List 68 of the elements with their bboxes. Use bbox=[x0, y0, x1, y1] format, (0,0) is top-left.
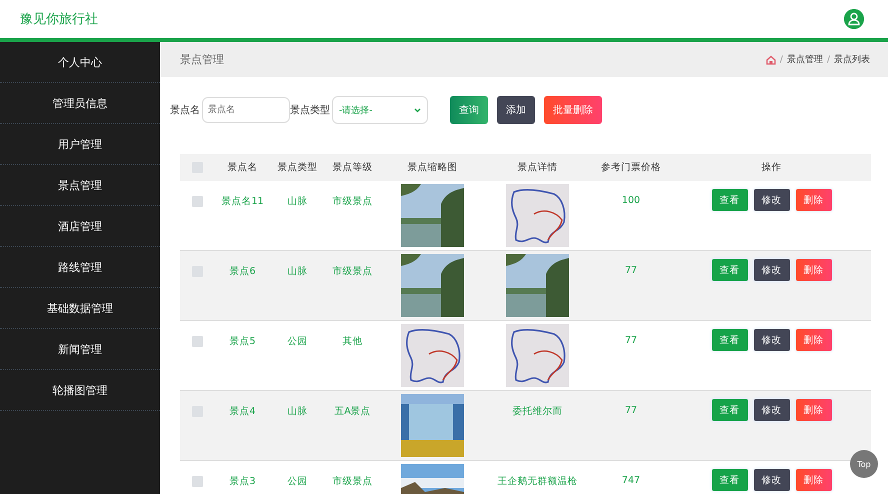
map-image bbox=[401, 324, 464, 387]
table-cell-text: 77 bbox=[624, 264, 638, 276]
table-cell-text: 市级景点 bbox=[332, 475, 374, 488]
sidebar-item[interactable]: 用户管理 bbox=[0, 124, 160, 165]
table-cell-text: 景点3 bbox=[228, 475, 257, 488]
table-cell-text: 市级景点 bbox=[332, 195, 374, 208]
sidebar-item[interactable]: 新闻管理 bbox=[0, 329, 160, 370]
user-avatar-icon[interactable] bbox=[844, 9, 864, 29]
breadcrumb-link[interactable]: 景点列表 bbox=[834, 53, 870, 66]
table-cell-text: 公园 bbox=[286, 335, 308, 348]
column-header: 景点名 bbox=[226, 161, 258, 174]
row-checkbox[interactable] bbox=[192, 336, 203, 347]
row-checkbox[interactable] bbox=[192, 196, 203, 207]
table-cell-text: 山脉 bbox=[286, 405, 308, 418]
home-icon[interactable] bbox=[766, 54, 776, 64]
sidebar-item[interactable]: 基础数据管理 bbox=[0, 288, 160, 329]
table-cell-text: 景点4 bbox=[228, 405, 257, 418]
row-checkbox[interactable] bbox=[192, 476, 203, 487]
sidebar-item[interactable]: 景点管理 bbox=[0, 165, 160, 206]
map-image bbox=[506, 184, 569, 247]
add-button[interactable]: 添加 bbox=[497, 96, 535, 124]
map-image bbox=[506, 324, 569, 387]
table-cell-text: 市级景点 bbox=[332, 265, 374, 278]
edit-button[interactable]: 修改 bbox=[754, 259, 790, 281]
photo-placeholder bbox=[401, 184, 464, 247]
breadcrumb-separator: / bbox=[780, 54, 783, 64]
table-cell-text: 山脉 bbox=[286, 195, 308, 208]
sidebar-item[interactable]: 酒店管理 bbox=[0, 206, 160, 247]
sidebar-item[interactable]: 管理员信息 bbox=[0, 83, 160, 124]
table-cell-text: 747 bbox=[620, 474, 642, 486]
table-cell-text: 其他 bbox=[342, 335, 364, 348]
site-title: 豫见你旅行社 bbox=[20, 11, 98, 28]
column-header: 景点详情 bbox=[516, 161, 558, 174]
back-to-top-button[interactable]: Top bbox=[850, 450, 878, 478]
sidebar-item[interactable]: 轮播图管理 bbox=[0, 370, 160, 411]
table-cell-text: 77 bbox=[624, 334, 638, 346]
column-header: 景点缩略图 bbox=[406, 161, 458, 174]
breadcrumb-link[interactable]: 景点管理 bbox=[786, 53, 823, 66]
sidebar-item[interactable]: 个人中心 bbox=[0, 42, 160, 83]
query-button[interactable]: 查询 bbox=[450, 96, 488, 124]
sidebar-item[interactable]: 路线管理 bbox=[0, 247, 160, 288]
column-header: 操作 bbox=[760, 161, 782, 174]
table-cell-text: 景点6 bbox=[228, 265, 257, 278]
photo-placeholder bbox=[506, 254, 569, 317]
column-header: 参考门票价格 bbox=[600, 161, 662, 174]
table-cell-text: 景点名11 bbox=[220, 195, 265, 208]
edit-button[interactable]: 修改 bbox=[754, 399, 790, 421]
table-cell-text: 山脉 bbox=[286, 265, 308, 278]
page-title: 景点管理 bbox=[180, 52, 224, 67]
table-cell-text: 公园 bbox=[286, 475, 308, 488]
photo-placeholder bbox=[401, 394, 464, 457]
photo-placeholder bbox=[401, 254, 464, 317]
edit-button[interactable]: 修改 bbox=[754, 329, 790, 351]
column-header: 景点类型 bbox=[276, 161, 318, 174]
chevron-down-icon[interactable] bbox=[414, 108, 421, 112]
edit-button[interactable]: 修改 bbox=[754, 469, 790, 491]
edit-button[interactable]: 修改 bbox=[754, 189, 790, 211]
field-label: 景点类型 bbox=[290, 104, 330, 117]
field-label: 景点名 bbox=[170, 104, 200, 117]
table-cell-text: 五A景点 bbox=[333, 405, 372, 418]
table-cell-text: 100 bbox=[620, 194, 642, 206]
column-header: 景点等级 bbox=[332, 161, 374, 174]
breadcrumb-separator: / bbox=[826, 54, 830, 64]
name-input-field[interactable]: 景点名 bbox=[202, 97, 290, 123]
table-cell-text: 委托维尔而 bbox=[512, 405, 564, 418]
table-cell-text: 王企鹅无群额温枪 bbox=[496, 475, 578, 488]
table-cell-text: 77 bbox=[624, 404, 638, 416]
table-cell-text: 景点5 bbox=[228, 335, 257, 348]
